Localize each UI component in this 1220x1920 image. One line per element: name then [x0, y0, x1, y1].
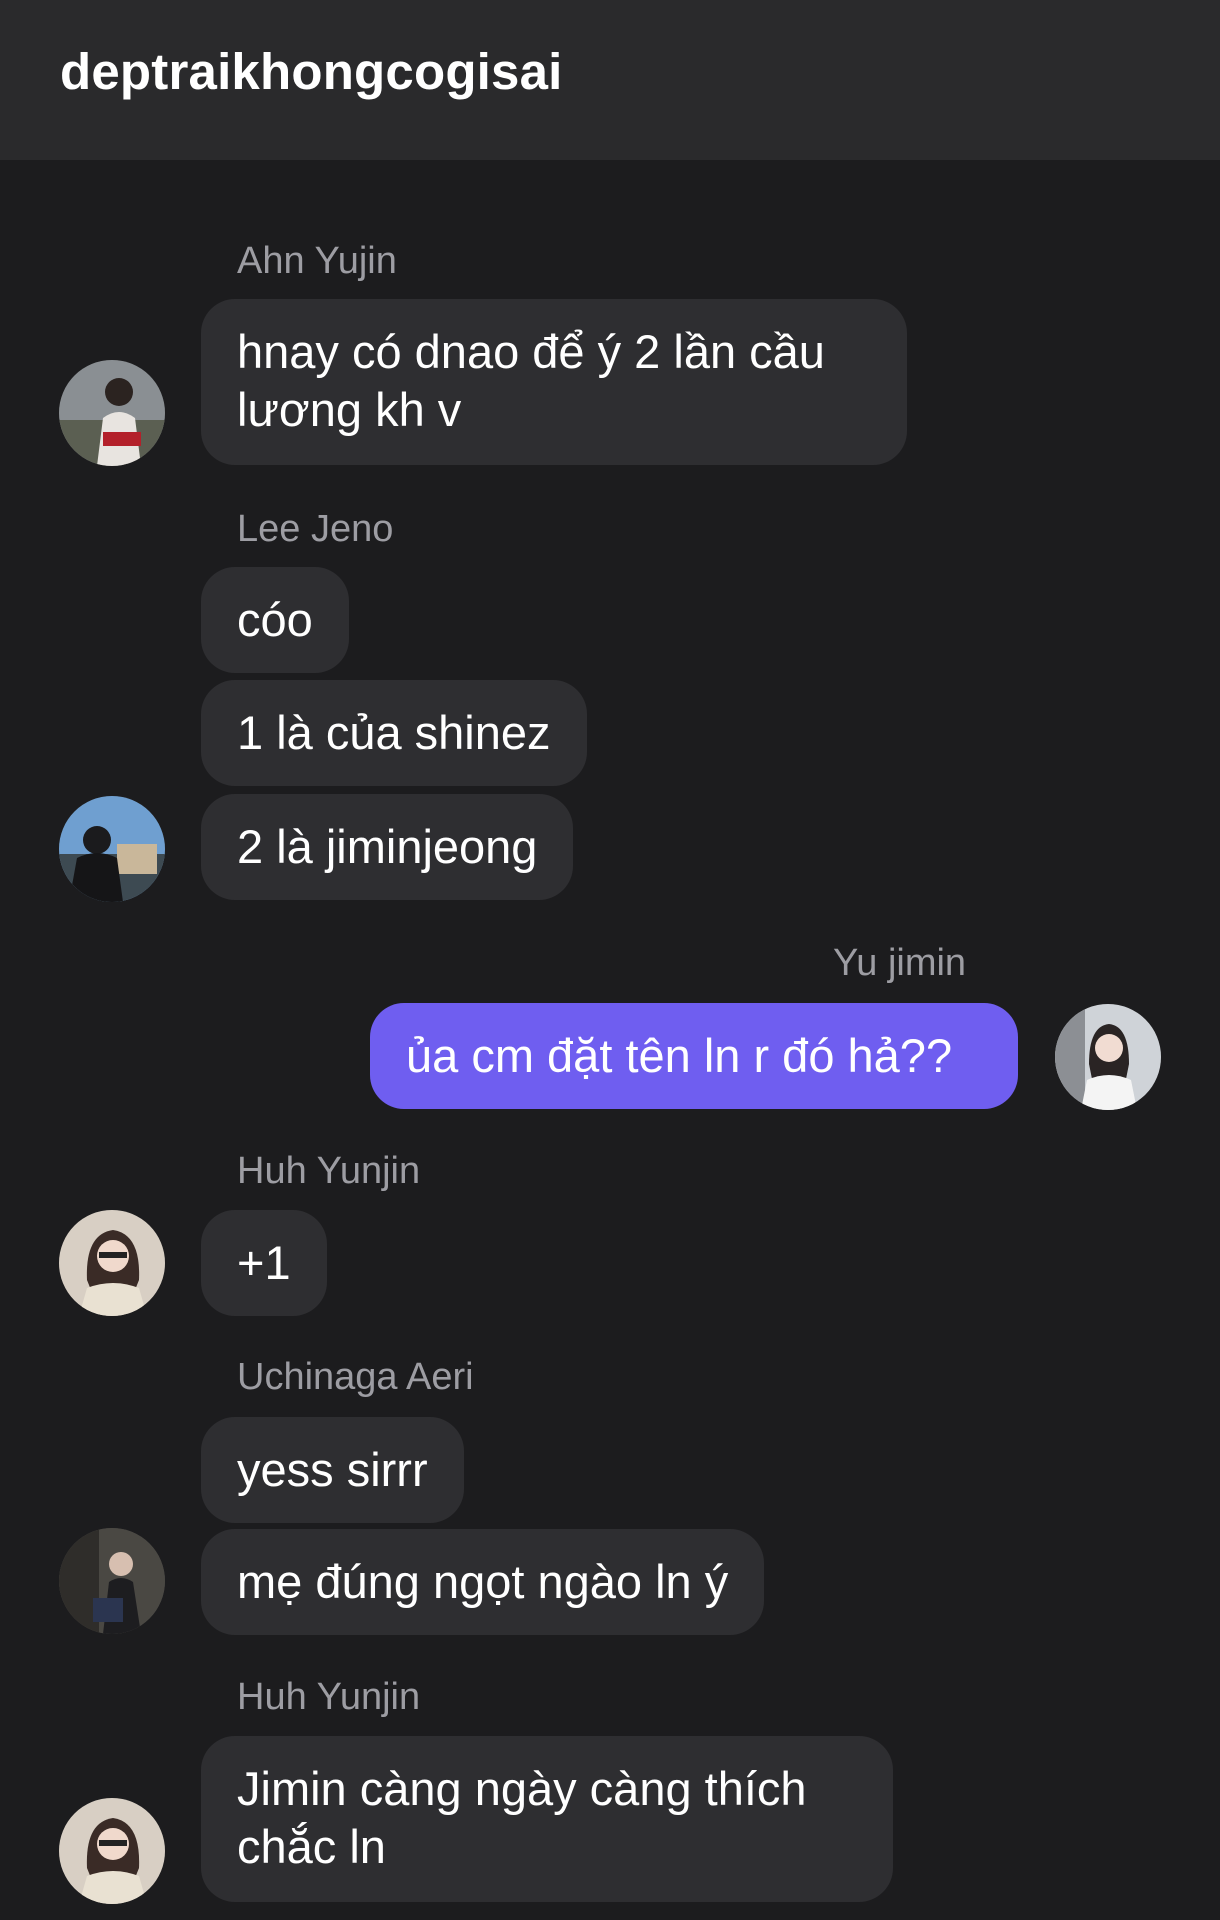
avatar-photo-icon — [59, 360, 165, 466]
message-bubble[interactable]: Jimin càng ngày càng thích chắc ln — [201, 1736, 893, 1902]
message-bubble[interactable]: 1 là của shinez — [201, 680, 587, 786]
message-bubble-mine[interactable]: ủa cm đặt tên ln r đó hả?? — [370, 1003, 1018, 1109]
chat-title[interactable]: deptraikhongcogisai — [60, 42, 563, 101]
sender-name: Huh Yunjin — [237, 1150, 421, 1192]
message-bubble[interactable]: hnay có dnao để ý 2 lần cầu lương kh v — [201, 299, 907, 465]
avatar-photo-icon — [59, 1798, 165, 1904]
avatar[interactable] — [59, 360, 165, 466]
avatar[interactable] — [59, 1528, 165, 1634]
avatar[interactable] — [59, 796, 165, 902]
message-bubble[interactable]: mẹ đúng ngọt ngào ln ý — [201, 1529, 765, 1635]
sender-name: Huh Yunjin — [237, 1676, 421, 1718]
avatar-photo-icon — [59, 796, 165, 902]
sender-name: Ahn Yujin — [237, 240, 397, 282]
message-bubble[interactable]: cóo — [201, 567, 349, 673]
message-bubble[interactable]: +1 — [201, 1210, 327, 1316]
avatar-photo-icon — [59, 1210, 165, 1316]
sender-name: Yu jimin — [833, 942, 967, 984]
message-bubble[interactable]: yess sirrr — [201, 1417, 464, 1523]
chat-header: deptraikhongcogisai — [0, 0, 1220, 160]
sender-name: Uchinaga Aeri — [237, 1356, 474, 1398]
sender-name: Lee Jeno — [237, 508, 394, 550]
avatar[interactable] — [1055, 1004, 1161, 1110]
avatar[interactable] — [59, 1210, 165, 1316]
avatar-photo-icon — [59, 1528, 165, 1634]
message-list[interactable]: Ahn Yujin hnay có dnao để ý 2 lần cầu lư… — [0, 160, 1220, 1920]
avatar-photo-icon — [1055, 1004, 1161, 1110]
message-bubble[interactable]: 2 là jiminjeong — [201, 794, 574, 900]
avatar[interactable] — [59, 1798, 165, 1904]
